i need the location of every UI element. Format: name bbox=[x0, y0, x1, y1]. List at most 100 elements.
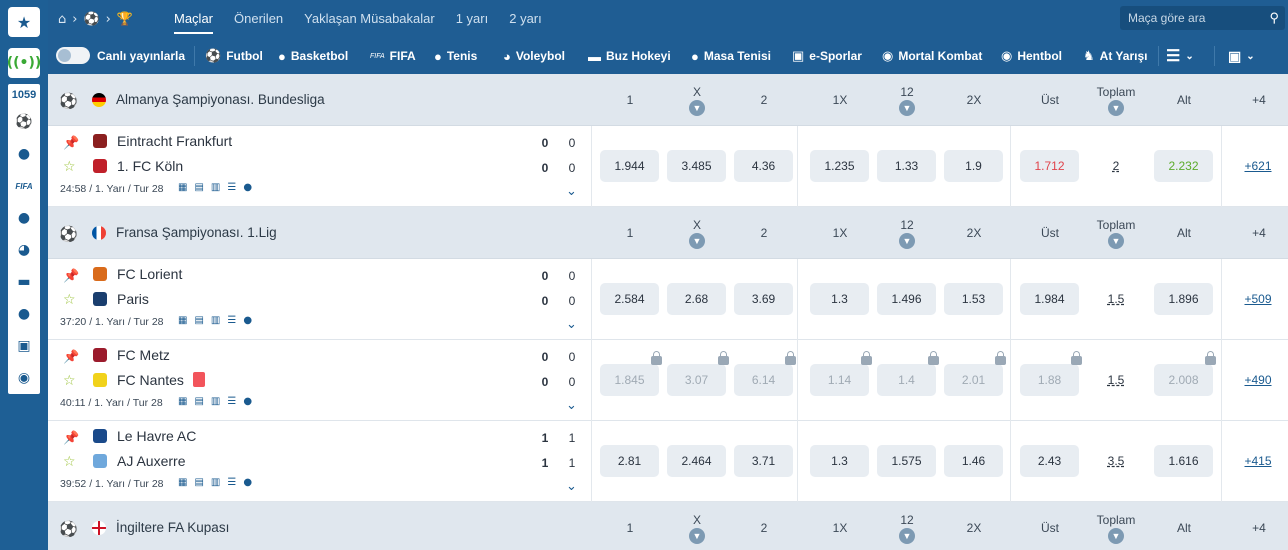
chevron-down-icon[interactable]: ▼ bbox=[899, 233, 915, 249]
column-header-toplam[interactable]: Toplam ▼ bbox=[1091, 502, 1141, 550]
sport-hentbol[interactable]: ◉ Hentbol bbox=[1001, 38, 1062, 74]
list-icon[interactable]: ☰ bbox=[227, 315, 236, 326]
football-icon[interactable]: ⚽ bbox=[8, 106, 40, 138]
odd-button-alt[interactable]: 1.896 bbox=[1154, 283, 1213, 315]
more-sports-menu[interactable]: ☰ ⌄ bbox=[1166, 38, 1194, 74]
trophy-icon[interactable]: 🏆 bbox=[117, 12, 133, 27]
field-icon[interactable]: ▦ bbox=[178, 396, 187, 407]
favorite-star-icon[interactable]: ☆ bbox=[63, 292, 76, 308]
pin-icon[interactable]: 📌 bbox=[63, 269, 79, 284]
odd-button[interactable]: 2.43 bbox=[1020, 445, 1079, 477]
league-header[interactable]: ⚽ İngiltere FA Kupası 1 X ▼ 2 1X 12 ▼ 2X Üst Toplam… bbox=[48, 502, 1288, 550]
odd-button[interactable]: 3.485 bbox=[667, 150, 726, 182]
odd-button[interactable]: 1.14 bbox=[810, 351, 872, 396]
odd-button[interactable]: 4.36 bbox=[734, 150, 793, 182]
list-icon[interactable]: ☰ bbox=[227, 396, 236, 407]
column-header-toplam[interactable]: Toplam ▼ bbox=[1091, 207, 1141, 259]
odd-button-alt[interactable]: 2.008 bbox=[1154, 351, 1216, 396]
match-row[interactable]: 📌 ☆ FC Metz FC Nantes 0 0 0 0 40:11 / 1. Yarı / … bbox=[48, 340, 1288, 421]
lineup-icon[interactable]: ● bbox=[243, 477, 252, 488]
odd-button[interactable]: 1.944 bbox=[600, 150, 659, 182]
sport-mortal-kombat[interactable]: ◉ Mortal Kombat bbox=[882, 38, 982, 74]
sport-fifa[interactable]: FIFA FIFA bbox=[370, 38, 416, 74]
odd-button[interactable]: 1.53 bbox=[944, 283, 1003, 315]
team2-name[interactable]: Paris bbox=[117, 291, 149, 307]
odd-button[interactable]: 1.46 bbox=[944, 445, 1003, 477]
odd-button[interactable]: 1.712 bbox=[1020, 150, 1079, 182]
tennis-icon[interactable]: ● bbox=[8, 202, 40, 234]
more-markets-link[interactable]: +415 bbox=[1238, 445, 1278, 477]
match-row[interactable]: 📌 ☆ Eintracht Frankfurt 1. FC Köln 0 0 0 0 24:58… bbox=[48, 126, 1288, 207]
sport-masa-tenisi[interactable]: ● Masa Tenisi bbox=[691, 38, 771, 74]
team1-name[interactable]: Le Havre AC bbox=[117, 428, 196, 444]
live-icon[interactable]: ((•)) bbox=[7, 48, 41, 78]
chart-icon[interactable]: ▥ bbox=[211, 182, 220, 193]
expand-chevron-icon[interactable]: ⌄ bbox=[566, 398, 577, 413]
odd-button[interactable]: 2.464 bbox=[667, 445, 726, 477]
more-markets-link[interactable]: +509 bbox=[1238, 283, 1278, 315]
odd-button[interactable]: 1.88 bbox=[1020, 351, 1082, 396]
field-icon[interactable]: ▦ bbox=[178, 182, 187, 193]
award-icon[interactable]: ★ bbox=[8, 7, 40, 37]
odd-button-alt[interactable]: 1.616 bbox=[1154, 445, 1213, 477]
chart-icon[interactable]: ▥ bbox=[211, 477, 220, 488]
lineup-icon[interactable]: ● bbox=[243, 396, 252, 407]
total-line[interactable]: 1.5 bbox=[1096, 364, 1136, 396]
odd-button[interactable]: 1.984 bbox=[1020, 283, 1079, 315]
odd-button[interactable]: 2.01 bbox=[944, 351, 1006, 396]
column-header-cx[interactable]: X ▼ bbox=[672, 74, 722, 126]
sport-at-yarisi[interactable]: ♞ At Yarışı bbox=[1083, 38, 1147, 74]
search-input[interactable]: Maça göre ara ⚲ bbox=[1120, 6, 1285, 30]
chart-icon[interactable]: ▥ bbox=[211, 396, 220, 407]
total-line[interactable]: 3.5 bbox=[1096, 445, 1136, 477]
chevron-down-icon[interactable]: ▼ bbox=[689, 528, 705, 544]
sport-voleybol[interactable]: ◕ Voleybol bbox=[503, 38, 565, 74]
tab-1-yari[interactable]: 1 yarı bbox=[452, 0, 493, 38]
total-line[interactable]: 1.5 bbox=[1096, 283, 1136, 315]
sport-esporlar[interactable]: ▣ e-Sporlar bbox=[792, 38, 862, 74]
pin-icon[interactable]: 📌 bbox=[63, 136, 79, 151]
more-markets-link[interactable]: +621 bbox=[1238, 150, 1278, 182]
column-header-toplam[interactable]: Toplam ▼ bbox=[1091, 74, 1141, 126]
esports-menu[interactable]: ▣ ⌄ bbox=[1228, 38, 1255, 74]
column-header-cx[interactable]: X ▼ bbox=[672, 207, 722, 259]
list-icon[interactable]: ☰ bbox=[227, 182, 236, 193]
league-header[interactable]: ⚽ Fransa Şampiyonası. 1.Lig 1 X ▼ 2 1X 12 ▼ 2X Üst… bbox=[48, 207, 1288, 259]
sport-futbol[interactable]: ⚽ Futbol bbox=[205, 38, 263, 74]
volleyball-icon[interactable]: ◕ bbox=[8, 234, 40, 266]
more-markets-link[interactable]: +490 bbox=[1238, 364, 1278, 396]
odd-button[interactable]: 2.584 bbox=[600, 283, 659, 315]
odd-button[interactable]: 1.3 bbox=[810, 445, 869, 477]
odd-button[interactable]: 1.33 bbox=[877, 150, 936, 182]
odd-button[interactable]: 1.235 bbox=[810, 150, 869, 182]
chevron-down-icon[interactable]: ▼ bbox=[1108, 100, 1124, 116]
total-line[interactable]: 2 bbox=[1096, 150, 1136, 182]
chevron-down-icon[interactable]: ▼ bbox=[689, 100, 705, 116]
search-icon[interactable]: ⚲ bbox=[1269, 6, 1279, 30]
odd-button[interactable]: 1.9 bbox=[944, 150, 1003, 182]
odd-button-alt[interactable]: 2.232 bbox=[1154, 150, 1213, 182]
hockey-icon[interactable]: ▬ bbox=[8, 266, 40, 298]
chevron-down-icon[interactable]: ▼ bbox=[689, 233, 705, 249]
live-toggle[interactable] bbox=[56, 47, 90, 64]
column-header-c12[interactable]: 12 ▼ bbox=[882, 502, 932, 550]
sport-buz-hokeyi[interactable]: ▬ Buz Hokeyi bbox=[588, 38, 671, 74]
expand-chevron-icon[interactable]: ⌄ bbox=[566, 317, 577, 332]
team2-name[interactable]: 1. FC Köln bbox=[117, 158, 183, 174]
pin-icon[interactable]: 📌 bbox=[63, 350, 79, 365]
column-header-cx[interactable]: X ▼ bbox=[672, 502, 722, 550]
team2-name[interactable]: AJ Auxerre bbox=[117, 453, 185, 469]
chevron-down-icon[interactable]: ▼ bbox=[899, 528, 915, 544]
odd-button[interactable]: 6.14 bbox=[734, 351, 796, 396]
odd-button[interactable]: 1.575 bbox=[877, 445, 936, 477]
odd-button[interactable]: 3.07 bbox=[667, 351, 729, 396]
odd-button[interactable]: 3.69 bbox=[734, 283, 793, 315]
chevron-down-icon[interactable]: ▼ bbox=[1108, 528, 1124, 544]
tab-onerilen[interactable]: Önerilen bbox=[230, 0, 287, 38]
odd-button[interactable]: 2.81 bbox=[600, 445, 659, 477]
stats-icon[interactable]: ▤ bbox=[194, 396, 203, 407]
odd-button[interactable]: 2.68 bbox=[667, 283, 726, 315]
team2-name[interactable]: FC Nantes bbox=[117, 372, 205, 388]
favorite-star-icon[interactable]: ☆ bbox=[63, 454, 76, 470]
column-header-c12[interactable]: 12 ▼ bbox=[882, 207, 932, 259]
